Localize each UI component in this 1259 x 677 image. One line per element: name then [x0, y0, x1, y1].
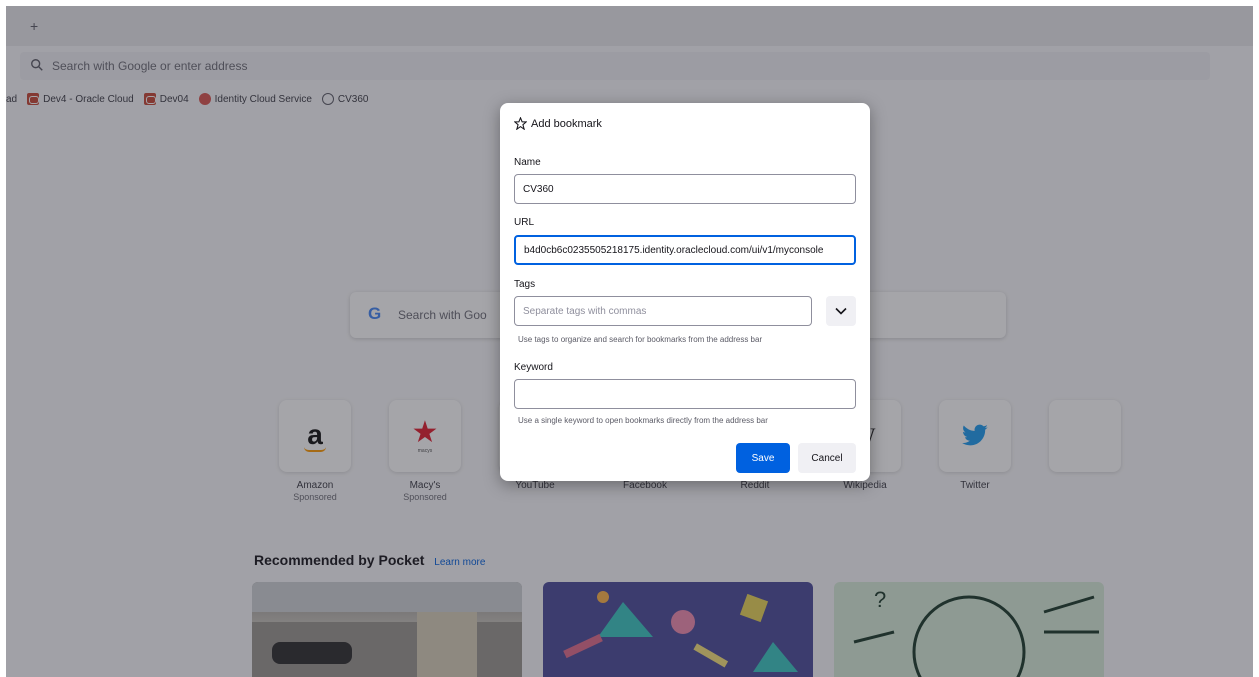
- chevron-down-icon: [835, 307, 847, 315]
- dialog-header: Add bookmark: [514, 117, 602, 130]
- save-button[interactable]: Save: [736, 443, 790, 473]
- tags-placeholder: Separate tags with commas: [523, 305, 647, 317]
- tags-dropdown-button[interactable]: [826, 296, 856, 326]
- name-label: Name: [514, 157, 541, 168]
- star-icon: [514, 117, 527, 130]
- add-bookmark-dialog: Add bookmark Name CV360 URL b4d0cb6c0235…: [500, 103, 870, 481]
- url-field-value: b4d0cb6c0235505218175.identity.oracleclo…: [524, 244, 824, 256]
- keyword-hint: Use a single keyword to open bookmarks d…: [518, 416, 768, 425]
- cancel-button[interactable]: Cancel: [798, 443, 856, 473]
- tags-hint: Use tags to organize and search for book…: [518, 335, 763, 344]
- url-label: URL: [514, 217, 535, 228]
- url-field[interactable]: b4d0cb6c0235505218175.identity.oracleclo…: [514, 235, 856, 265]
- keyword-field[interactable]: [514, 379, 856, 409]
- keyword-label: Keyword: [514, 362, 553, 373]
- tags-label: Tags: [514, 279, 536, 290]
- tags-field[interactable]: Separate tags with commas: [514, 296, 812, 326]
- dialog-title: Add bookmark: [531, 117, 602, 130]
- name-field[interactable]: CV360: [514, 174, 856, 204]
- name-field-value: CV360: [523, 183, 554, 195]
- browser-window: + Search with Google or enter address ad…: [6, 6, 1253, 677]
